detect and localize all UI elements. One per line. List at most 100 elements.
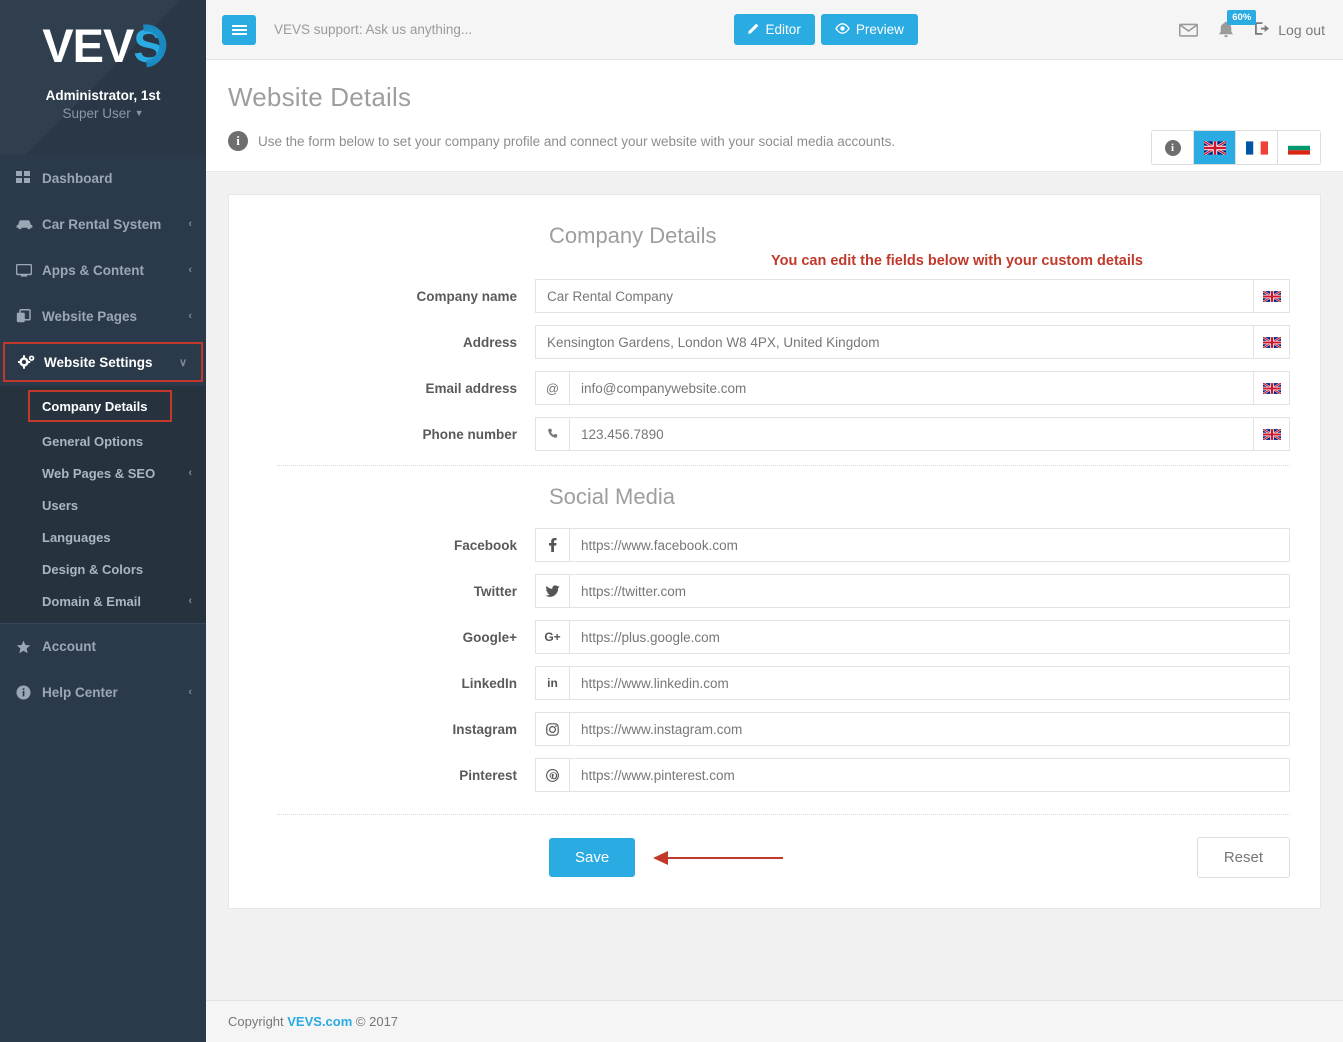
- logout-button[interactable]: Log out: [1254, 21, 1325, 39]
- gears-icon: [18, 355, 44, 369]
- form-row-facebook: Facebook: [259, 528, 1290, 562]
- linkedin-input[interactable]: [570, 667, 1289, 699]
- page-title: Website Details: [228, 82, 412, 112]
- sidebar-item-label: Website Pages: [42, 308, 138, 324]
- pinterest-input[interactable]: [570, 759, 1289, 791]
- preview-button-label: Preview: [855, 22, 904, 37]
- googleplus-input[interactable]: [570, 621, 1289, 653]
- chevron-down-icon: ∨: [178, 356, 187, 369]
- field-language-flag[interactable]: [1253, 418, 1289, 450]
- sidebar-item-dashboard[interactable]: Dashboard: [0, 155, 206, 201]
- save-button[interactable]: Save: [549, 838, 636, 877]
- sidebar-item-design-colors[interactable]: Design & Colors: [0, 553, 206, 585]
- sidebar-item-label: Dashboard: [42, 170, 113, 186]
- field-input-group: @: [535, 371, 1290, 405]
- sidebar-item-label: Help Center: [42, 684, 118, 700]
- field-language-flag[interactable]: [1253, 326, 1289, 358]
- sidebar-subnav-website-settings: Company Details General Options Web Page…: [0, 386, 206, 623]
- google-plus-icon: G+: [536, 621, 570, 653]
- chevron-left-icon: ‹: [188, 310, 192, 322]
- sidebar-subitem-label: Languages: [42, 529, 111, 545]
- pages-icon: [16, 309, 42, 323]
- social-media-title: Social Media: [549, 484, 675, 509]
- sidebar-item-label: Car Rental System: [42, 216, 162, 232]
- field-language-flag[interactable]: [1253, 372, 1289, 404]
- language-button-bulgarian[interactable]: [1278, 131, 1320, 164]
- field-label: Email address: [425, 380, 517, 396]
- france-flag-icon: [1245, 140, 1268, 155]
- bulgaria-flag-icon: [1288, 140, 1310, 155]
- sidebar-subitem-label: Company Details: [42, 398, 148, 414]
- field-label: Address: [462, 334, 517, 350]
- sidebar-item-users[interactable]: Users: [0, 489, 206, 521]
- phone-input[interactable]: [570, 418, 1253, 450]
- twitter-input[interactable]: [570, 575, 1289, 607]
- sidebar-item-website-pages[interactable]: Website Pages ‹: [0, 293, 206, 339]
- arrow-shaft: [667, 856, 784, 859]
- actions-divider: [277, 814, 1290, 815]
- user-role-dropdown[interactable]: Super User ▼: [0, 106, 206, 121]
- sidebar-item-domain-email[interactable]: Domain & Email ‹: [0, 585, 206, 617]
- edit-fields-hint: You can edit the fields below with your …: [771, 253, 1143, 269]
- sidebar-item-web-pages-seo[interactable]: Web Pages & SEO ‹: [0, 457, 206, 489]
- chevron-down-icon: ▼: [134, 108, 144, 118]
- sidebar-item-car-rental-system[interactable]: Car Rental System ‹: [0, 201, 206, 247]
- sidebar-item-label: Apps & Content: [42, 262, 144, 278]
- chevron-left-icon: ‹: [188, 467, 192, 479]
- info-icon: i: [1164, 139, 1181, 156]
- footer-link-vevs[interactable]: VEVS.com: [287, 1014, 352, 1029]
- sidebar-item-apps-content[interactable]: Apps & Content ‹: [0, 247, 206, 293]
- sidebar-item-label: Website Settings: [44, 354, 153, 370]
- pinterest-icon: [536, 759, 570, 791]
- reset-button[interactable]: Reset: [1196, 837, 1290, 878]
- main-area: VEVS support: Ask us anything... Editor …: [206, 0, 1343, 1042]
- field-label: LinkedIn: [461, 675, 517, 691]
- uk-flag-icon: [1262, 382, 1281, 394]
- form-row-address: Address: [259, 325, 1290, 359]
- language-info-button[interactable]: i: [1152, 131, 1194, 164]
- content-area: Company Details You can edit the fields …: [206, 172, 1343, 1000]
- editor-button[interactable]: Editor: [733, 14, 815, 45]
- linkedin-icon: in: [536, 667, 570, 699]
- info-icon: [16, 685, 42, 700]
- support-chat-label[interactable]: VEVS support: Ask us anything...: [274, 22, 472, 37]
- email-input[interactable]: [570, 372, 1253, 404]
- logout-icon: [1254, 21, 1270, 39]
- sidebar-subitem-label: Design & Colors: [42, 561, 144, 577]
- footer-copyright-suffix: © 2017: [355, 1014, 399, 1029]
- sidebar-item-account[interactable]: Account: [0, 623, 206, 669]
- language-button-french[interactable]: [1236, 131, 1278, 164]
- sidebar-item-languages[interactable]: Languages: [0, 521, 206, 553]
- website-details-card: Company Details You can edit the fields …: [228, 194, 1321, 909]
- sidebar-item-help-center[interactable]: Help Center ‹: [0, 669, 206, 715]
- field-input-group: [535, 574, 1290, 608]
- sidebar-item-general-options[interactable]: General Options: [0, 425, 206, 457]
- hamburger-icon[interactable]: [222, 14, 256, 45]
- company-name-input[interactable]: [536, 280, 1253, 312]
- field-label: Company name: [416, 288, 517, 304]
- notifications-bell[interactable]: 60%: [1218, 10, 1257, 38]
- field-label: Facebook: [453, 537, 517, 553]
- facebook-input[interactable]: [570, 529, 1289, 561]
- sidebar-item-company-details[interactable]: Company Details: [28, 390, 172, 422]
- envelope-icon[interactable]: [1179, 23, 1199, 37]
- address-input[interactable]: [536, 326, 1253, 358]
- field-label: Phone number: [422, 426, 517, 442]
- instagram-input[interactable]: [570, 713, 1289, 745]
- page-description: Use the form below to set your company p…: [258, 133, 896, 149]
- preview-button[interactable]: Preview: [820, 14, 918, 45]
- vevs-logo[interactable]: VEVS: [42, 15, 175, 77]
- form-row-phone: Phone number: [259, 417, 1290, 451]
- language-button-english[interactable]: [1194, 131, 1236, 164]
- field-language-flag[interactable]: [1253, 280, 1289, 312]
- uk-flag-icon: [1203, 140, 1226, 155]
- sidebar-item-website-settings[interactable]: Website Settings ∨: [3, 342, 203, 382]
- editor-button-label: Editor: [765, 22, 801, 37]
- pencil-icon: [747, 22, 760, 37]
- form-actions: Save Reset: [259, 837, 1290, 878]
- brand-box: VEVS Administrator, 1st Super User ▼: [0, 0, 206, 155]
- notification-badge: 60%: [1227, 10, 1257, 25]
- section-divider: [277, 465, 1290, 466]
- user-name: Administrator, 1st: [45, 88, 161, 103]
- form-row-linkedin: LinkedIn in: [259, 666, 1290, 700]
